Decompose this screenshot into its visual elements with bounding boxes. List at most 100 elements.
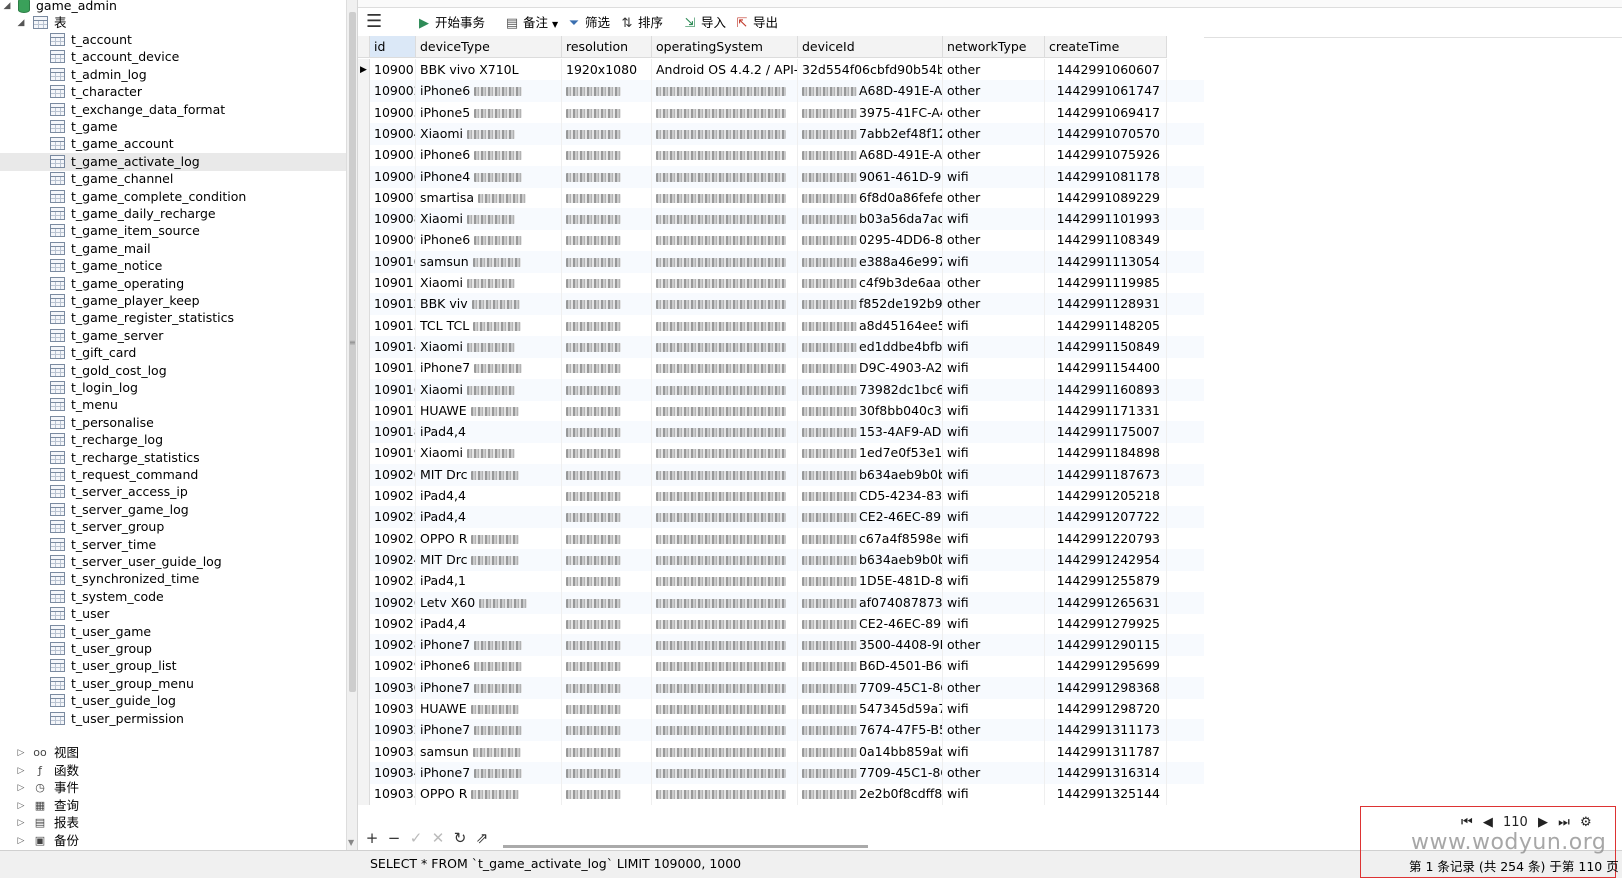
cell-deviceType[interactable]: BBK vivo X710L (416, 59, 562, 81)
export-button[interactable]: ⇱ 导出 (734, 14, 778, 32)
cell-deviceType[interactable]: iPhone7 (416, 719, 562, 742)
page-number[interactable]: 110 (1503, 815, 1528, 830)
cell-resolution[interactable] (562, 272, 652, 294)
cell-createTime[interactable]: 1442991205218 (1045, 485, 1167, 507)
cell-operatingSystem[interactable] (652, 293, 798, 316)
discard-icon[interactable]: ✕ (430, 830, 446, 846)
cell-deviceId[interactable]: A68D-491E-AD (798, 144, 943, 167)
cell-deviceId[interactable]: 7abb2ef48f12 (798, 122, 943, 145)
cell-deviceId[interactable]: 0a14bb859ab (798, 740, 943, 763)
cell-operatingSystem[interactable] (652, 122, 798, 145)
table-row[interactable]: 109015 iPhone7 D9C-4903-A2wifi 144299115440… (358, 357, 1204, 380)
cell-deviceId[interactable]: 3975-41FC-A48 (798, 101, 943, 124)
cell-networkType[interactable]: wifi (943, 442, 1045, 465)
cell-operatingSystem[interactable] (652, 527, 798, 550)
cell-resolution[interactable] (562, 442, 652, 465)
table-row[interactable]: ▶ 109001 BBK vivo X710L 1920x1080 Android OS… (358, 59, 1204, 81)
cell-networkType[interactable]: wifi (943, 165, 1045, 188)
table-row[interactable]: 109023 OPPO R c67a4f8598ecwifi 144299122079… (358, 527, 1204, 550)
cell-deviceId[interactable]: ed1ddbe4bfb (798, 335, 943, 358)
prev-page-icon[interactable]: ◀ (1483, 815, 1493, 830)
cell-operatingSystem[interactable] (652, 740, 798, 763)
cell-operatingSystem[interactable] (652, 612, 798, 635)
cell-resolution[interactable] (562, 399, 652, 422)
cell-createTime[interactable]: 1442991089229 (1045, 186, 1167, 209)
cell-deviceType[interactable]: iPhone7 (416, 761, 562, 784)
expand-arrow-icon[interactable]: ◢ (2, 0, 12, 15)
table-row[interactable]: 109003 iPhone5 3975-41FC-A48 other 144299106… (358, 101, 1204, 124)
expand-arrow-icon[interactable]: ▷ (16, 814, 26, 832)
cell-id[interactable]: 109028 (370, 634, 416, 657)
cell-networkType[interactable]: wifi (943, 612, 1045, 635)
row-selector[interactable] (358, 229, 370, 252)
cell-id[interactable]: 109020 (370, 463, 416, 486)
row-selector[interactable] (358, 485, 370, 507)
row-selector[interactable] (358, 740, 370, 763)
cell-resolution[interactable] (562, 548, 652, 571)
cell-operatingSystem[interactable] (652, 208, 798, 231)
cell-networkType[interactable]: other (943, 59, 1045, 81)
row-selector[interactable] (358, 399, 370, 422)
cell-deviceId[interactable]: 153-4AF9-AD7 (798, 421, 943, 444)
table-row[interactable]: 109024 MIT Drc b634aeb9b0bwifi 144299124295… (358, 548, 1204, 571)
cell-operatingSystem[interactable] (652, 634, 798, 657)
table-row[interactable]: 109026 Letv X60 af074087873bwifi 1442991265… (358, 591, 1204, 614)
cell-operatingSystem[interactable]: Android OS 4.4.2 / API-19 (652, 59, 798, 81)
table-row[interactable]: 109029 iPhone6 B6D-4501-B6wifi 144299129569… (358, 655, 1204, 678)
cell-networkType[interactable]: wifi (943, 506, 1045, 529)
cell-resolution[interactable] (562, 655, 652, 678)
column-header-id[interactable]: id (370, 36, 416, 58)
cell-createTime[interactable]: 1442991108349 (1045, 229, 1167, 252)
cell-networkType[interactable]: other (943, 719, 1045, 742)
table-row[interactable]: 109007 smartisa 6f8d0a86fefe5other 14429910… (358, 186, 1204, 209)
cell-createTime[interactable]: 1442991150849 (1045, 335, 1167, 358)
cell-resolution[interactable] (562, 761, 652, 784)
grid-hscroll-thumb[interactable] (503, 845, 868, 848)
row-selector[interactable] (358, 250, 370, 273)
cell-networkType[interactable]: wifi (943, 570, 1045, 593)
cell-deviceType[interactable]: samsun (416, 250, 562, 273)
row-selector[interactable] (358, 527, 370, 550)
cell-networkType[interactable]: wifi (943, 314, 1045, 337)
cell-deviceType[interactable]: OPPO R (416, 527, 562, 550)
cell-createTime[interactable]: 1442991265631 (1045, 591, 1167, 614)
cell-resolution[interactable] (562, 527, 652, 550)
cell-id[interactable]: 109016 (370, 378, 416, 401)
expand-arrow-icon[interactable]: ▷ (16, 832, 26, 850)
cell-id[interactable]: 109030 (370, 676, 416, 699)
cell-deviceId[interactable]: a8d45164ee5a (798, 314, 943, 337)
cell-id[interactable]: 109029 (370, 655, 416, 678)
cell-createTime[interactable]: 1442991119985 (1045, 272, 1167, 294)
cell-networkType[interactable]: wifi (943, 357, 1045, 380)
row-selector[interactable] (358, 570, 370, 593)
stop-icon[interactable]: ⇗ (474, 830, 490, 846)
cell-id[interactable]: 109013 (370, 314, 416, 337)
cell-id[interactable]: 109009 (370, 229, 416, 252)
cell-resolution[interactable]: 1920x1080 (562, 59, 652, 81)
cell-deviceId[interactable]: 32d554f06cbfd90b54ba3f (798, 59, 943, 81)
memo-button[interactable]: ▤ 备注 ▼ (504, 14, 558, 32)
table-row[interactable]: 109016 Xiaomi 73982dc1bc6ewifi 144299116089… (358, 378, 1204, 401)
row-selector[interactable] (358, 122, 370, 145)
cell-deviceType[interactable]: Letv X60 (416, 591, 562, 614)
cell-operatingSystem[interactable] (652, 485, 798, 507)
cell-id[interactable]: 109023 (370, 527, 416, 550)
cell-networkType[interactable]: wifi (943, 655, 1045, 678)
row-selector[interactable] (358, 634, 370, 657)
cell-createTime[interactable]: 1442991207722 (1045, 506, 1167, 529)
expand-arrow-icon[interactable]: ◢ (16, 14, 26, 32)
cell-operatingSystem[interactable] (652, 676, 798, 699)
column-header-operatingSystem[interactable]: operatingSystem (652, 36, 798, 58)
cell-resolution[interactable] (562, 101, 652, 124)
cell-createTime[interactable]: 1442991187673 (1045, 463, 1167, 486)
cell-deviceId[interactable]: c67a4f8598ec (798, 527, 943, 550)
cell-networkType[interactable]: wifi (943, 527, 1045, 550)
cell-deviceId[interactable]: CE2-46EC-89 (798, 612, 943, 635)
cell-resolution[interactable] (562, 591, 652, 614)
table-row[interactable]: 109031 HUAWE 547345d59a7a wifi 1442991298720 (358, 698, 1204, 720)
cell-deviceId[interactable]: e388a46e997a (798, 250, 943, 273)
cell-deviceType[interactable]: smartisa (416, 186, 562, 209)
cell-networkType[interactable]: other (943, 122, 1045, 145)
cell-id[interactable]: 109011 (370, 272, 416, 294)
cell-deviceId[interactable]: 547345d59a7a (798, 698, 943, 720)
